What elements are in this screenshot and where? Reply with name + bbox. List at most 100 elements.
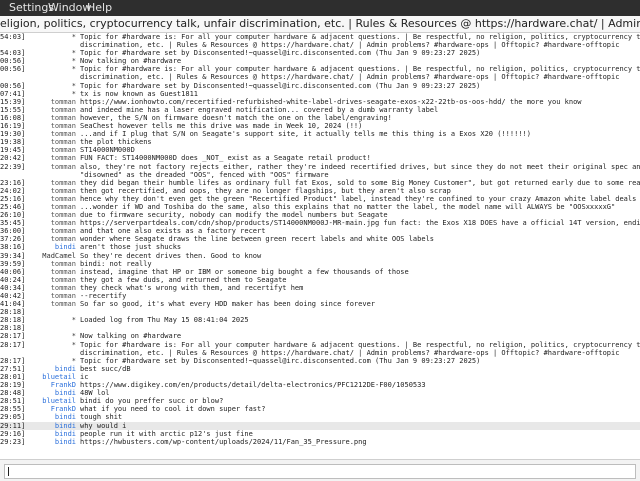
- message-text: due to firmware security, nobody can mod…: [80, 211, 388, 220]
- nick[interactable]: *: [30, 49, 76, 57]
- timestamp: 29:16]: [0, 429, 26, 438]
- message-text: tx is now known as Guest1811: [80, 89, 199, 98]
- message-text: https://hwbusters.com/wp-content/uploads…: [80, 437, 367, 446]
- message-text: 48W lol: [80, 389, 110, 398]
- nick[interactable]: tomman: [30, 122, 76, 130]
- nick[interactable]: bindi: [30, 413, 76, 421]
- menu-help[interactable]: Help: [87, 1, 112, 14]
- timestamp: 40:24]: [0, 275, 26, 284]
- message-text: instead, imagine that HP or IBM or someo…: [80, 267, 409, 276]
- timestamp: 24:02]: [0, 186, 26, 195]
- message-text: https://www.digikey.com/en/products/deta…: [80, 381, 426, 390]
- chat-line: 28:01] bluetail ic: [0, 373, 640, 381]
- nick[interactable]: tomman: [30, 163, 76, 171]
- message-text: discrimination, etc. | Rules & Resources…: [80, 348, 620, 357]
- timestamp: 41:04]: [0, 300, 26, 309]
- nick[interactable]: tomman: [30, 284, 76, 292]
- message-text: and indeed mine has a laser engraved not…: [80, 105, 439, 114]
- chat-line: 28:19] FrankD https://www.digikey.com/en/p…: [0, 381, 640, 389]
- chat-line: 28:48] bindi 48W lol: [0, 389, 640, 397]
- message-text: Topic for #hardware is: For all your com…: [80, 340, 640, 349]
- chat-log[interactable]: 54:03] * Topic for #hardware is: For all y…: [0, 33, 640, 459]
- timestamp: 25:46]: [0, 202, 26, 211]
- nick[interactable]: tomman: [30, 114, 76, 122]
- timestamp: 37:26]: [0, 235, 26, 244]
- message-text: best succ/dB: [80, 364, 131, 373]
- nick[interactable]: *: [30, 82, 76, 90]
- nick[interactable]: tomman: [30, 219, 76, 227]
- chat-line: 37:26] tomman wonder where Seagate draws t…: [0, 235, 640, 243]
- timestamp: 35:45]: [0, 219, 26, 228]
- nick[interactable]: FrankD: [30, 405, 76, 413]
- text-cursor: [8, 467, 9, 476]
- nick[interactable]: tomman: [30, 195, 76, 203]
- timestamp: 39:34]: [0, 251, 26, 260]
- timestamp: 22:39]: [0, 162, 26, 171]
- message-text: also, they're not factory rejects either…: [80, 162, 640, 171]
- nick[interactable]: tomman: [30, 300, 76, 308]
- chat-line: 36:00] tomman and that one also exists as …: [0, 227, 640, 235]
- chat-line: 16:19] tomman SeaChest however tells me th…: [0, 122, 640, 130]
- nick[interactable]: tomman: [30, 211, 76, 219]
- timestamp: 29:05]: [0, 413, 26, 422]
- nick[interactable]: tomman: [30, 260, 76, 268]
- menu-window[interactable]: Window: [48, 1, 91, 14]
- nick[interactable]: *: [30, 357, 76, 365]
- timestamp: 40:42]: [0, 292, 26, 300]
- nick[interactable]: tomman: [30, 98, 76, 106]
- nick[interactable]: *: [30, 341, 76, 349]
- nick[interactable]: tomman: [30, 146, 76, 154]
- nick[interactable]: tomman: [30, 154, 76, 162]
- nick[interactable]: bindi: [30, 365, 76, 373]
- chat-line: 00:56] * Topic for #hardware set by Discon…: [0, 82, 640, 90]
- timestamp: 20:42]: [0, 154, 26, 163]
- timestamp: 54:03]: [0, 49, 26, 58]
- nick[interactable]: tomman: [30, 235, 76, 243]
- nick[interactable]: bluetail: [30, 397, 76, 405]
- nick[interactable]: tomman: [30, 227, 76, 235]
- nick[interactable]: tomman: [30, 276, 76, 284]
- chat-line: 39:59] tomman bindi: not really: [0, 260, 640, 268]
- nick[interactable]: bindi: [30, 389, 76, 397]
- nick[interactable]: tomman: [30, 203, 76, 211]
- nick[interactable]: tomman: [30, 138, 76, 146]
- timestamp: 28:51]: [0, 397, 26, 406]
- timestamp: 29:11]: [0, 421, 26, 430]
- timestamp: 07:41]: [0, 89, 26, 98]
- nick[interactable]: *: [30, 90, 76, 98]
- timestamp: 28:18]: [0, 316, 26, 325]
- nick[interactable]: tomman: [30, 106, 76, 114]
- nick[interactable]: *: [30, 332, 76, 340]
- nick[interactable]: *: [30, 57, 76, 65]
- channel-topic-bar[interactable]: eligion, politics, cryptocurrency talk, …: [0, 16, 640, 33]
- nick[interactable]: bluetail: [30, 373, 76, 381]
- timestamp: 19:38]: [0, 138, 26, 147]
- message-text: ...wonder if WD and Toshiba do the same,…: [80, 202, 616, 211]
- nick[interactable]: tomman: [30, 187, 76, 195]
- chat-line: 07:41] * tx is now known as Guest1811: [0, 90, 640, 98]
- nick[interactable]: bindi: [30, 422, 76, 430]
- nick[interactable]: bindi: [30, 430, 76, 438]
- nick[interactable]: tomman: [30, 292, 76, 300]
- chat-line: 28:51] bluetail bindi do you preffer succ …: [0, 397, 640, 405]
- timestamp: 26:10]: [0, 211, 26, 220]
- nick[interactable]: tomman: [30, 130, 76, 138]
- message-input[interactable]: [4, 464, 636, 479]
- nick[interactable]: *: [30, 65, 76, 73]
- nick[interactable]: bindi: [30, 438, 76, 446]
- timestamp: 28:19]: [0, 381, 26, 390]
- nick[interactable]: *: [30, 33, 76, 41]
- nick[interactable]: bindi: [30, 243, 76, 251]
- nick[interactable]: tomman: [30, 268, 76, 276]
- message-text: discrimination, etc. | Rules & Resources…: [80, 41, 620, 50]
- chat-line: 24:02] tomman then got recertified, and oo…: [0, 187, 640, 195]
- message-text: tough shit: [80, 413, 123, 422]
- nick[interactable]: tomman: [30, 179, 76, 187]
- timestamp: 39:59]: [0, 259, 26, 268]
- nick[interactable]: *: [30, 316, 76, 324]
- chat-line: 00:56] * Topic for #hardware is: For all y…: [0, 65, 640, 73]
- nick[interactable]: MadCamel: [30, 252, 76, 260]
- nick[interactable]: FrankD: [30, 381, 76, 389]
- timestamp: 00:56]: [0, 65, 26, 74]
- chat-line: 29:16] bindi people run it with arctic p12…: [0, 430, 640, 438]
